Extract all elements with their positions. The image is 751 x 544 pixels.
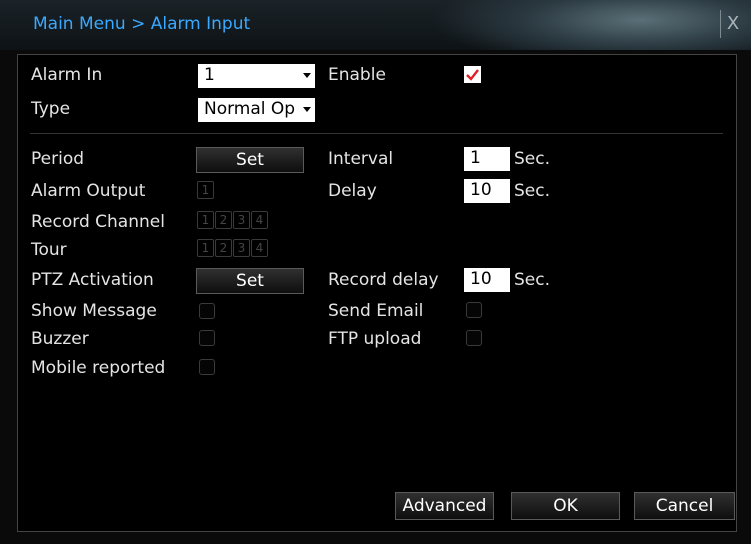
send-email-checkbox[interactable] [466,302,482,318]
mobile-reported-label: Mobile reported [31,358,166,378]
enable-checkbox[interactable] [464,66,481,83]
record-channel-1[interactable]: 1 [197,211,214,229]
alarm-output-channel-1[interactable]: 1 [197,181,214,199]
cancel-button[interactable]: Cancel [634,492,735,520]
delay-label: Delay [328,181,377,201]
close-icon[interactable]: X [720,10,745,38]
alarm-in-label: Alarm In [31,65,103,85]
type-value: Normal Op [204,99,296,119]
alarm-input-window: Main Menu > Alarm Input X Alarm In 1 Ena… [0,0,751,544]
record-delay-label: Record delay [328,270,439,290]
title-bar: Main Menu > Alarm Input X [0,0,751,50]
buzzer-checkbox[interactable] [199,330,215,346]
tour-channel-1[interactable]: 1 [197,239,214,257]
tour-channel-4[interactable]: 4 [251,239,268,257]
interval-label: Interval [328,149,394,169]
show-message-label: Show Message [31,301,157,321]
buzzer-label: Buzzer [31,329,89,349]
record-delay-input[interactable]: 10 [464,268,510,292]
record-delay-unit: Sec. [514,270,551,290]
alarm-in-select[interactable]: 1 [198,64,315,88]
advanced-button[interactable]: Advanced [395,492,494,520]
ptz-activation-label: PTZ Activation [31,270,154,290]
chevron-down-icon [300,64,315,88]
tour-label: Tour [31,240,67,260]
tour-channel-2[interactable]: 2 [215,239,232,257]
alarm-output-label: Alarm Output [31,181,146,201]
section-divider [30,133,723,134]
record-channel-label: Record Channel [31,212,165,232]
alarm-in-value: 1 [204,65,215,85]
ftp-upload-label: FTP upload [328,329,422,349]
type-select[interactable]: Normal Op [198,98,315,122]
settings-panel: Alarm In 1 Enable Type Normal Op Period … [17,54,737,532]
record-channel-2[interactable]: 2 [215,211,232,229]
type-label: Type [31,99,71,119]
ok-button[interactable]: OK [511,492,620,520]
ftp-upload-checkbox[interactable] [466,330,482,346]
period-set-button[interactable]: Set [196,147,304,173]
record-channel-4[interactable]: 4 [251,211,268,229]
ptz-set-button[interactable]: Set [196,268,304,294]
window-title: Main Menu > Alarm Input [33,14,251,34]
send-email-label: Send Email [328,301,424,321]
period-label: Period [31,149,85,169]
show-message-checkbox[interactable] [199,303,215,319]
chevron-down-icon [300,98,315,122]
record-channel-3[interactable]: 3 [233,211,250,229]
tour-channel-3[interactable]: 3 [233,239,250,257]
enable-label: Enable [328,65,386,85]
interval-input[interactable]: 1 [464,147,510,171]
interval-unit: Sec. [514,149,551,169]
mobile-reported-checkbox[interactable] [199,359,215,375]
delay-input[interactable]: 10 [464,179,510,203]
delay-unit: Sec. [514,181,551,201]
checkmark-icon [466,69,479,81]
